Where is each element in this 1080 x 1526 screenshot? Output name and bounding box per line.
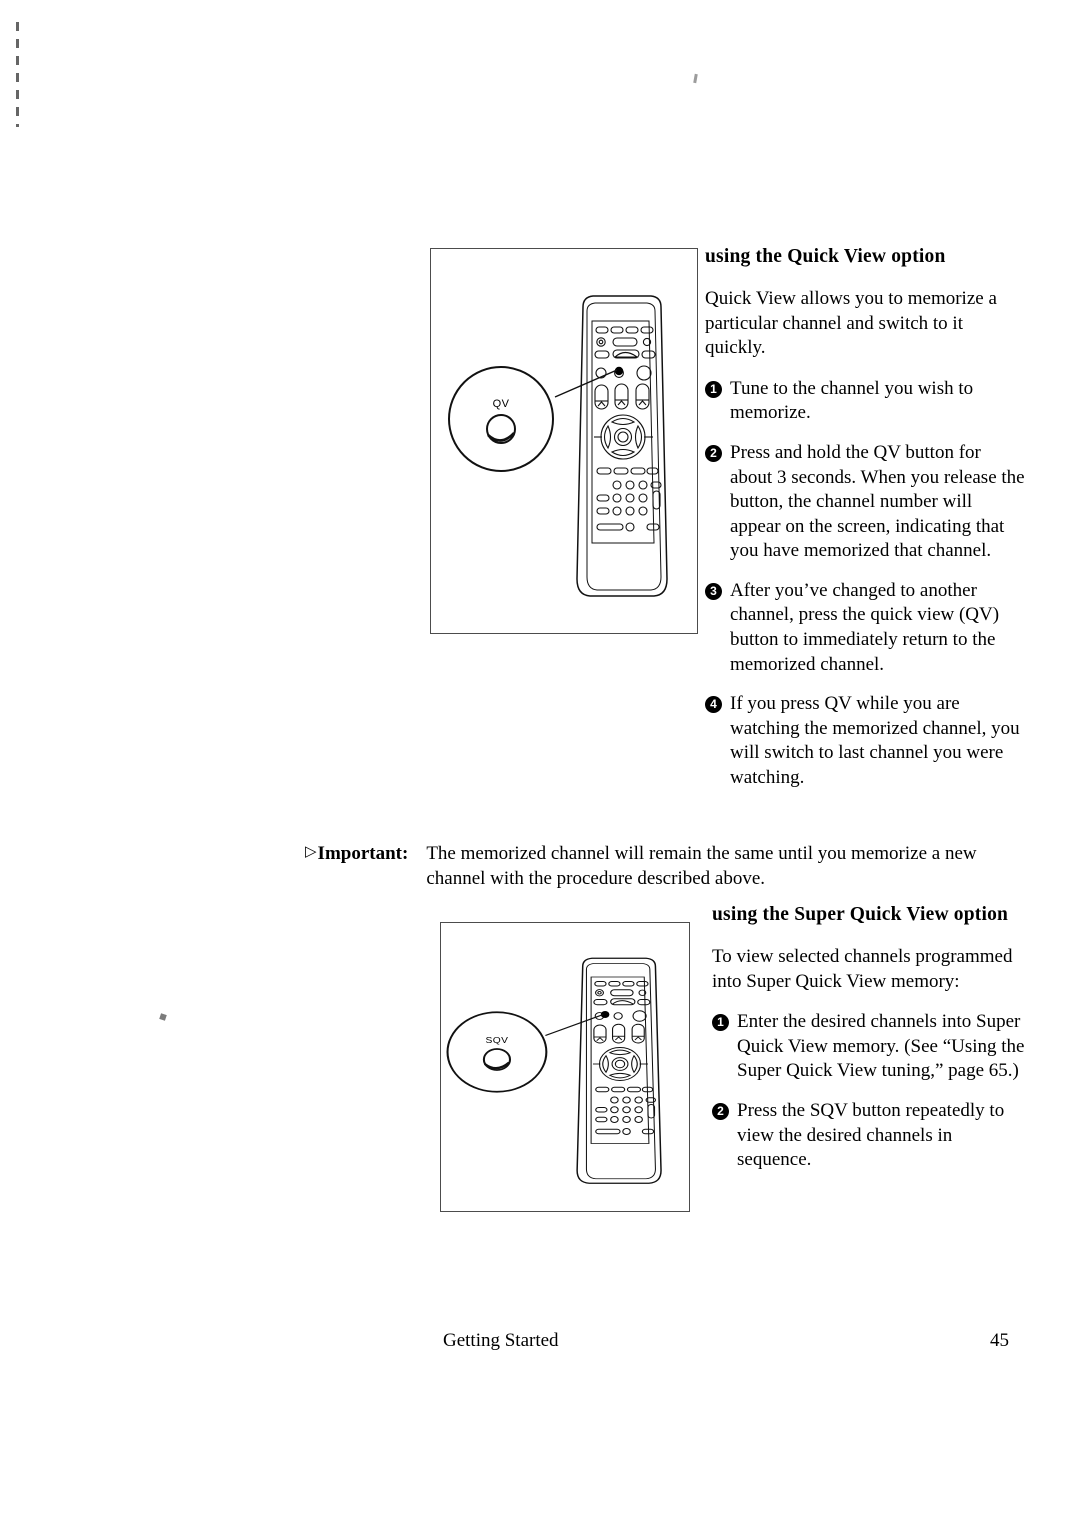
step-text: Press and hold the QV button for about 3… <box>730 441 1025 562</box>
callout-circle <box>446 1011 548 1093</box>
list-item: 2 Press and hold the QV button for about… <box>705 441 1025 564</box>
step-number: 1 <box>712 1014 729 1032</box>
list-item: 1 Tune to the channel you wish to memori… <box>705 377 1025 426</box>
super-quick-view-remote-illustration: SQV <box>446 957 662 1184</box>
quick-view-remote-illustration: QV <box>448 295 668 597</box>
step-text: Press the SQV button repeatedly to view … <box>737 1099 1005 1171</box>
document-page: QV using the Quick View option Quick Vie… <box>0 0 1080 1526</box>
callout-circle <box>448 366 554 472</box>
super-quick-view-steps: 1 Enter the desired channels into Super … <box>712 1010 1027 1173</box>
important-label: Important: <box>317 843 409 864</box>
important-note: ▷ Important: The memorized channel will … <box>305 842 1025 891</box>
figure-quick-view-remote: QV <box>430 248 698 634</box>
super-quick-view-text-column: using the Super Quick View option To vie… <box>712 903 1027 1173</box>
triangle-bullet-icon: ▷ <box>305 844 317 860</box>
list-item: 4 If you press QV while you are watching… <box>705 692 1025 790</box>
step-number: 2 <box>705 444 722 462</box>
quick-view-text-column: using the Quick View option Quick View a… <box>705 245 1025 791</box>
super-quick-view-intro: To view selected channels programmed int… <box>712 945 1013 992</box>
figure-super-quick-view-remote: SQV <box>440 922 690 1212</box>
quick-view-intro: Quick View allows you to memorize a part… <box>705 287 997 359</box>
callout-leader-line <box>545 1013 604 1037</box>
step-text: Tune to the channel you wish to memorize… <box>730 377 974 424</box>
scan-speck-artifact <box>159 1013 167 1021</box>
step-number: 1 <box>705 380 722 398</box>
step-text: Enter the desired channels into Super Qu… <box>737 1011 1025 1082</box>
list-item: 1 Enter the desired channels into Super … <box>712 1010 1027 1084</box>
scan-edge-artifact <box>16 22 19 127</box>
scan-speck-artifact <box>693 73 698 84</box>
page-number: 45 <box>990 1330 1009 1351</box>
callout-label-qv: QV <box>493 398 510 410</box>
step-text: If you press QV while you are watching t… <box>730 693 1020 789</box>
important-text: The memorized channel will remain the sa… <box>426 843 977 889</box>
list-item: 2 Press the SQV button repeatedly to vie… <box>712 1099 1027 1173</box>
super-quick-view-heading: using the Super Quick View option <box>712 904 1009 925</box>
list-item: 3 After you’ve changed to another channe… <box>705 579 1025 677</box>
quick-view-heading: using the Quick View option <box>705 246 946 267</box>
step-number: 2 <box>712 1102 729 1120</box>
footer-section-label: Getting Started <box>443 1330 559 1351</box>
step-number: 3 <box>705 582 722 600</box>
callout-label-sqv: SQV <box>486 1036 509 1045</box>
step-text: After you’ve changed to another channel,… <box>730 579 1000 675</box>
step-number: 4 <box>705 696 722 714</box>
quick-view-steps: 1 Tune to the channel you wish to memori… <box>705 377 1025 791</box>
